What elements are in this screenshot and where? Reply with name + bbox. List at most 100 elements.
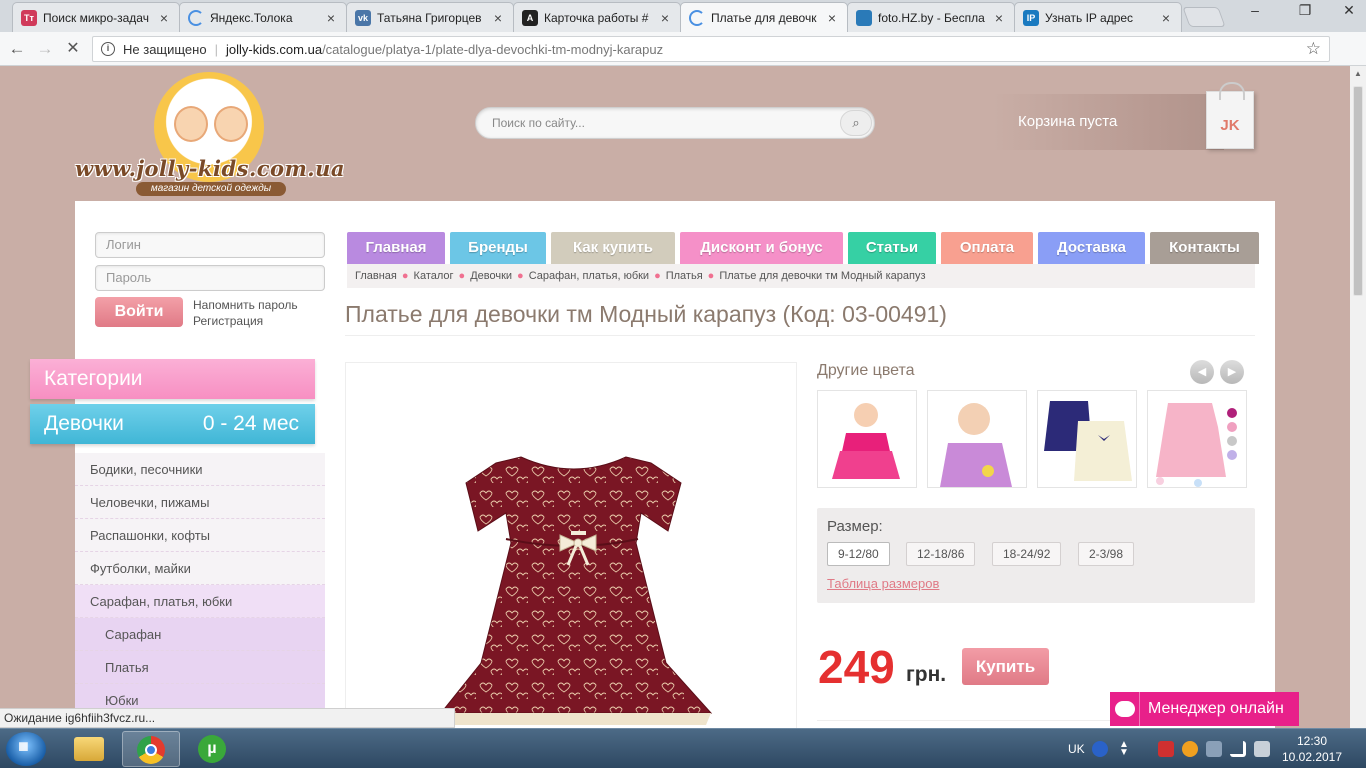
scrollbar-thumb[interactable]	[1353, 86, 1363, 296]
remind-password-link[interactable]: Напомнить пароль	[193, 298, 298, 312]
shopping-bag-icon[interactable]: JK	[1206, 82, 1254, 149]
color-thumbnail-lilac[interactable]	[927, 390, 1027, 488]
close-tab-icon[interactable]: ×	[157, 10, 171, 26]
url-host: jolly-kids.com.ua	[225, 41, 323, 57]
menu-item[interactable]: Оплата	[941, 232, 1033, 264]
bookmark-star-icon[interactable]: ☆	[1306, 39, 1321, 59]
menu-item[interactable]: Как купить	[551, 232, 675, 264]
carousel-next-icon[interactable]: ▶	[1220, 360, 1244, 384]
scroll-up-icon[interactable]: ▲	[1350, 66, 1366, 82]
buy-button[interactable]: Купить	[962, 648, 1049, 685]
breadcrumb: Главная ● Каталог ● Девочки ● Сарафан, платья,…	[347, 264, 1255, 288]
breadcrumb-link[interactable]: Платья	[666, 270, 703, 282]
close-tab-icon[interactable]: ×	[1159, 10, 1173, 26]
category-item[interactable]: Человечки, пижамы	[75, 486, 325, 519]
volume-icon[interactable]	[1254, 741, 1270, 757]
back-icon[interactable]: ←	[6, 38, 28, 60]
browser-tab[interactable]: vk Татьяна Григорцев ×	[346, 2, 514, 32]
size-option[interactable]: 9-12/80	[827, 542, 890, 566]
close-tab-icon[interactable]: ×	[491, 10, 505, 26]
chat-widget[interactable]: Менеджер онлайн	[1110, 692, 1299, 726]
menu-item[interactable]: Контакты	[1150, 232, 1259, 264]
search-icon[interactable]: ⌕	[840, 110, 872, 136]
size-option[interactable]: 12-18/86	[906, 542, 976, 566]
breadcrumb-link[interactable]: Сарафан, платья, юбки	[529, 270, 649, 282]
taskbar-explorer[interactable]	[60, 731, 118, 767]
ip-icon: IP	[1023, 9, 1039, 26]
browser-tab[interactable]: Тт Поиск микро-задач ×	[12, 2, 180, 32]
color-thumbnail-light-pink[interactable]	[1147, 390, 1247, 488]
windows-taskbar: µ UK ▲▼ 12:30 10.02.2017	[0, 728, 1366, 768]
color-thumbnail-navy-cream[interactable]	[1037, 390, 1137, 488]
breadcrumb-link[interactable]: Девочки	[470, 270, 512, 282]
language-indicator[interactable]: UK	[1068, 729, 1085, 768]
web-page: www.jolly-kids.com.ua магазин детской од…	[0, 66, 1350, 728]
page-scrollbar[interactable]: ▲	[1350, 66, 1366, 728]
subcategory-item[interactable]: Платья	[75, 651, 325, 684]
site-search[interactable]: Поиск по сайту... ⌕	[475, 107, 875, 139]
browser-tab[interactable]: IP Узнать IP адрес ×	[1014, 2, 1182, 32]
minimize-icon[interactable]: –	[1240, 0, 1270, 22]
browser-tab[interactable]: Яндекс.Толока ×	[179, 2, 347, 32]
main-menu: Главная Бренды Как купить Дисконт и бонус Ст…	[347, 232, 1259, 264]
menu-item[interactable]: Главная	[347, 232, 445, 264]
close-tab-icon[interactable]: ×	[658, 10, 672, 26]
login-field[interactable]: Логин	[95, 232, 325, 258]
forward-icon[interactable]: →	[34, 38, 56, 60]
address-bar[interactable]: i Не защищено | jolly-kids.com.ua /catal…	[92, 36, 1330, 62]
expand-tray-icon[interactable]: ▲ ▼	[1116, 740, 1132, 758]
menu-item[interactable]: Дисконт и бонус	[680, 232, 843, 264]
dress-image	[439, 456, 713, 725]
category-item[interactable]: Распашонки, кофты	[75, 519, 325, 552]
device-icon[interactable]	[1206, 741, 1222, 757]
close-tab-icon[interactable]: ×	[324, 10, 338, 26]
info-icon[interactable]: i	[101, 42, 115, 56]
search-input[interactable]: Поиск по сайту...	[492, 116, 585, 130]
size-option[interactable]: 18-24/92	[992, 542, 1062, 566]
browser-toolbar: ← → ✕ i Не защищено | jolly-kids.com.ua …	[0, 32, 1366, 96]
subcategory-item[interactable]: Сарафан	[75, 618, 325, 651]
breadcrumb-link[interactable]: Главная	[355, 270, 397, 282]
stop-loading-icon[interactable]: ✕	[62, 38, 84, 60]
avast-icon[interactable]	[1182, 741, 1198, 757]
product-photo[interactable]	[345, 362, 797, 728]
category-item[interactable]: Футболки, майки	[75, 552, 325, 585]
size-label: Размер:	[827, 518, 883, 535]
close-window-icon[interactable]: ✕	[1334, 0, 1364, 22]
cart-label[interactable]: Корзина пуста	[1018, 113, 1117, 130]
network-error-icon[interactable]	[1158, 741, 1174, 757]
close-tab-icon[interactable]: ×	[992, 10, 1006, 26]
menu-item[interactable]: Статьи	[848, 232, 936, 264]
clock-date: 10.02.2017	[1281, 750, 1343, 764]
restore-icon[interactable]: ❐	[1290, 0, 1320, 22]
section-heading[interactable]: Девочки 0 - 24 мес	[30, 404, 315, 444]
logo-tagline: магазин детской одежды	[136, 182, 286, 196]
category-item[interactable]: Бодики, песочники	[75, 453, 325, 486]
taskbar-utorrent[interactable]: µ	[184, 731, 242, 767]
signal-icon[interactable]	[1230, 741, 1246, 757]
carousel-prev-icon[interactable]: ◀	[1190, 360, 1214, 384]
menu-item[interactable]: Бренды	[450, 232, 546, 264]
size-table-link[interactable]: Таблица размеров	[827, 576, 939, 591]
browser-tab[interactable]: Платье для девочк ×	[680, 2, 848, 32]
register-link[interactable]: Регистрация	[193, 314, 263, 328]
tab-title: Карточка работы #	[544, 10, 649, 25]
help-icon[interactable]	[1092, 741, 1108, 757]
size-option[interactable]: 2-3/98	[1078, 542, 1135, 566]
other-colors-heading: Другие цвета	[817, 362, 915, 379]
site-logo[interactable]: www.jolly-kids.com.ua магазин детской од…	[74, 72, 346, 196]
password-field[interactable]: Пароль	[95, 265, 325, 291]
browser-tab[interactable]: A Карточка работы # ×	[513, 2, 681, 32]
breadcrumb-separator-icon: ●	[707, 270, 715, 282]
system-clock[interactable]: 12:30 10.02.2017	[1278, 733, 1346, 765]
menu-item[interactable]: Доставка	[1038, 232, 1145, 264]
login-button[interactable]: Войти	[95, 297, 183, 327]
start-button-icon[interactable]	[6, 732, 46, 766]
color-thumbnail-pink[interactable]	[817, 390, 917, 488]
browser-tab[interactable]: foto.HZ.by - Беспла ×	[847, 2, 1015, 32]
new-tab-button[interactable]	[1182, 7, 1226, 27]
breadcrumb-link[interactable]: Каталог	[414, 270, 454, 282]
category-item[interactable]: Сарафан, платья, юбки	[75, 585, 325, 618]
taskbar-chrome[interactable]	[122, 731, 180, 767]
close-tab-icon[interactable]: ×	[825, 10, 839, 26]
